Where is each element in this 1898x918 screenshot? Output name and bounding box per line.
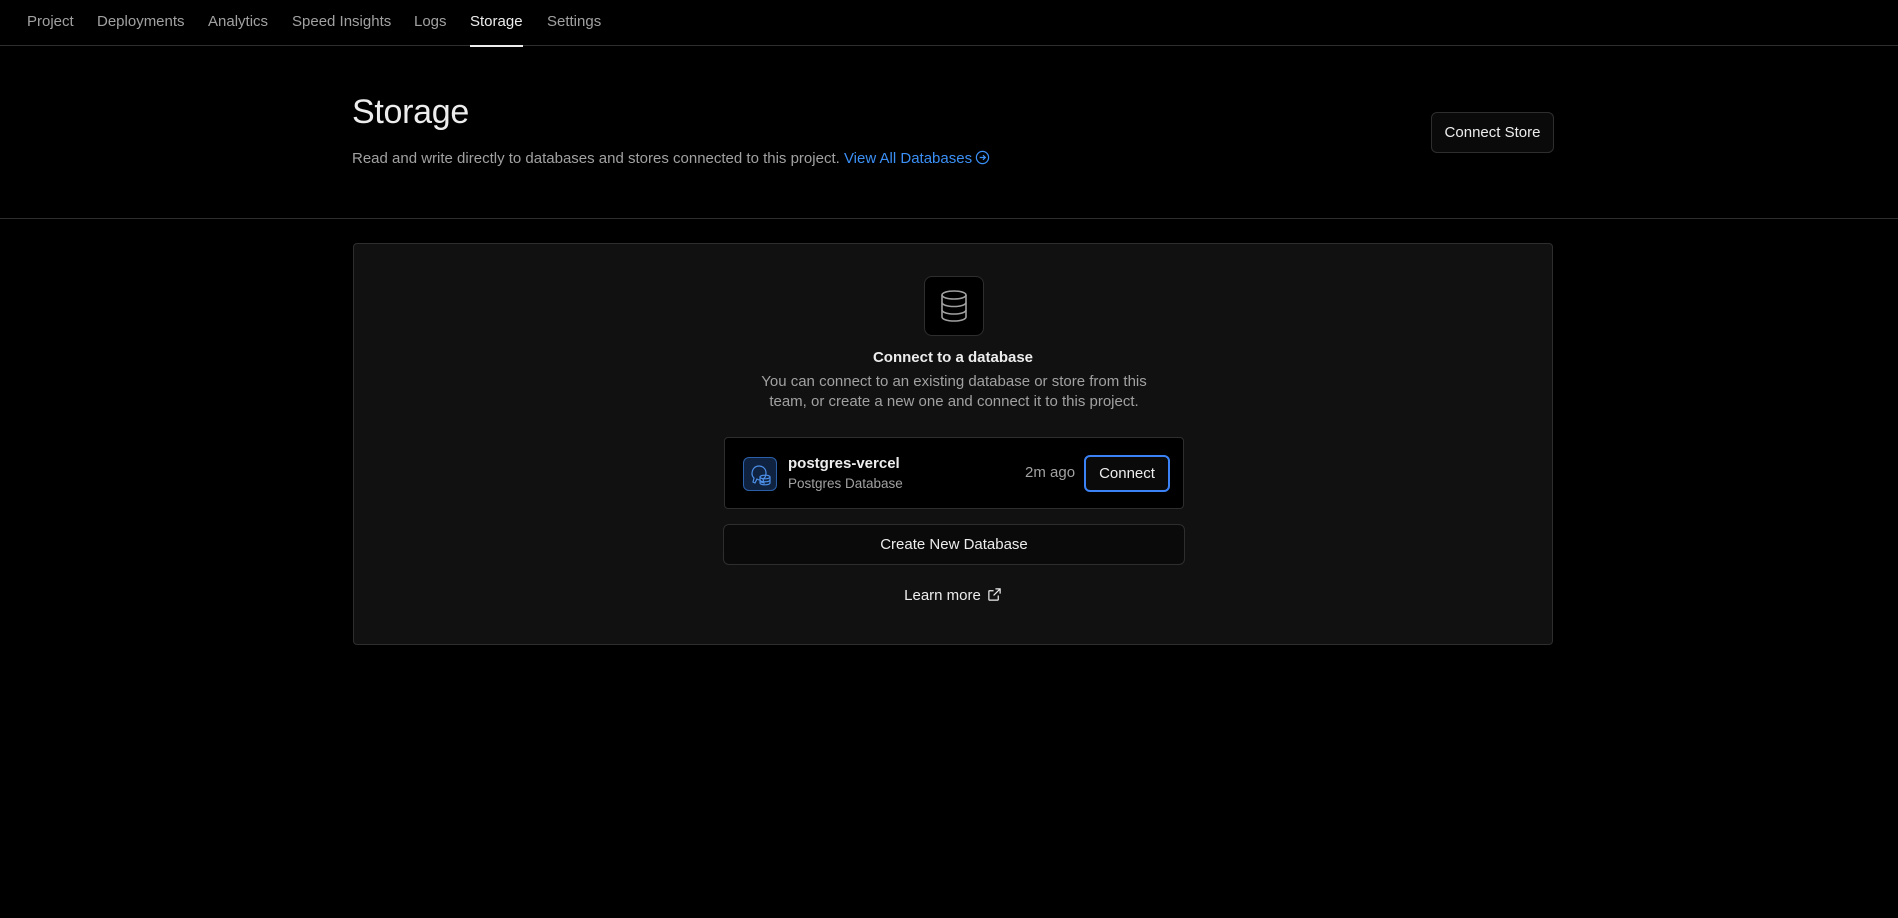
tab-deployments[interactable]: Deployments [97,0,185,46]
view-all-databases-label: View All Databases [843,150,973,167]
view-all-databases-link[interactable]: View All Databases [844,150,990,167]
top-navigation: Project Deployments Analytics Speed Insi… [0,0,1898,47]
create-new-database-button[interactable]: Create New Database [723,524,1185,565]
tab-analytics[interactable]: Analytics [208,0,268,46]
tab-storage[interactable]: Storage [470,0,523,47]
learn-more-label: Learn more [904,587,981,604]
connect-store-button[interactable]: Connect Store [1431,112,1554,153]
empty-state-description: You can connect to an existing database … [761,373,1147,410]
empty-state-title: Connect to a database [872,349,1034,366]
database-type: Postgres Database [788,476,903,491]
external-link-icon [988,588,1001,601]
database-name: postgres-vercel [788,455,900,472]
tab-speed-insights[interactable]: Speed Insights [292,0,391,46]
learn-more-link[interactable]: Learn more [354,587,1552,604]
database-list-item: postgres-vercel Postgres Database 2m ago… [724,437,1184,509]
tab-settings[interactable]: Settings [547,0,601,46]
database-icon [924,276,984,336]
page-description: Read and write directly to databases and… [352,150,990,167]
postgres-icon [743,457,777,491]
connect-button[interactable]: Connect [1084,455,1170,492]
description-text: Read and write directly to databases and… [352,150,840,167]
tab-logs[interactable]: Logs [414,0,447,46]
page-title: Storage [352,93,469,131]
arrow-right-circle-icon [975,150,990,165]
database-timestamp: 2m ago [1025,464,1076,481]
storage-panel: Connect to a database You can connect to… [353,243,1553,645]
tab-project[interactable]: Project [27,0,74,46]
page-header: Storage Read and write directly to datab… [0,46,1898,219]
